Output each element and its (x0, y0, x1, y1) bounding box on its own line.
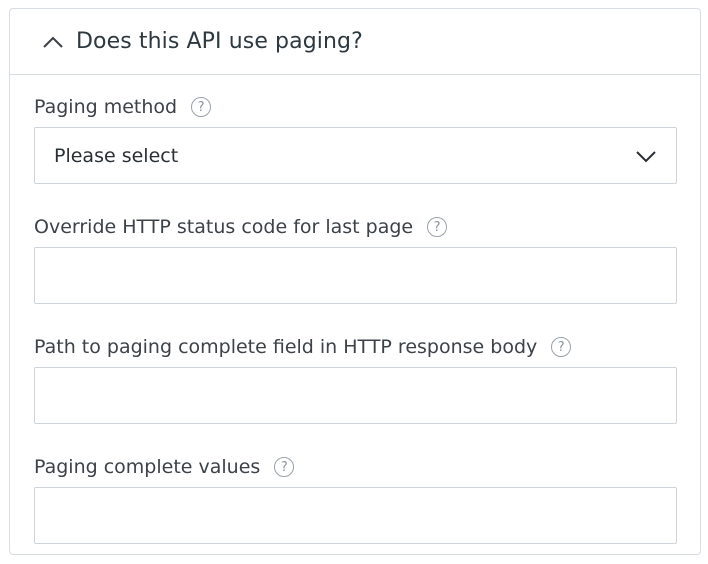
help-icon[interactable]: ? (427, 217, 448, 237)
complete-path-field: Path to paging complete field in HTTP re… (34, 335, 677, 424)
help-icon[interactable]: ? (274, 457, 295, 477)
paging-method-label-row: Paging method ? (34, 95, 676, 119)
chevron-down-icon (634, 144, 658, 168)
paging-settings-panel: Does this API use paging? Paging method … (9, 8, 701, 555)
complete-path-input[interactable] (34, 367, 677, 424)
help-icon[interactable]: ? (551, 337, 572, 357)
complete-values-label-row: Paging complete values ? (34, 455, 676, 479)
override-status-field: Override HTTP status code for last page … (34, 215, 677, 304)
complete-path-label: Path to paging complete field in HTTP re… (34, 336, 538, 358)
complete-values-input[interactable] (34, 487, 677, 544)
override-status-label-row: Override HTTP status code for last page … (34, 215, 676, 239)
complete-path-label-row: Path to paging complete field in HTTP re… (34, 335, 676, 359)
override-status-input[interactable] (34, 247, 677, 304)
panel-header[interactable]: Does this API use paging? (10, 9, 700, 75)
chevron-up-icon[interactable] (40, 29, 66, 55)
paging-method-label: Paging method (34, 96, 178, 118)
complete-values-label: Paging complete values (34, 456, 261, 478)
paging-method-selected-value: Please select (54, 144, 179, 167)
paging-method-field: Paging method ? Please select (34, 95, 677, 184)
panel-body: Paging method ? Please select Override H… (10, 95, 700, 544)
panel-title: Does this API use paging? (76, 29, 363, 54)
help-icon[interactable]: ? (191, 97, 212, 117)
paging-method-select[interactable]: Please select (34, 127, 677, 184)
override-status-label: Override HTTP status code for last page (34, 216, 414, 238)
complete-values-field: Paging complete values ? (34, 455, 677, 544)
